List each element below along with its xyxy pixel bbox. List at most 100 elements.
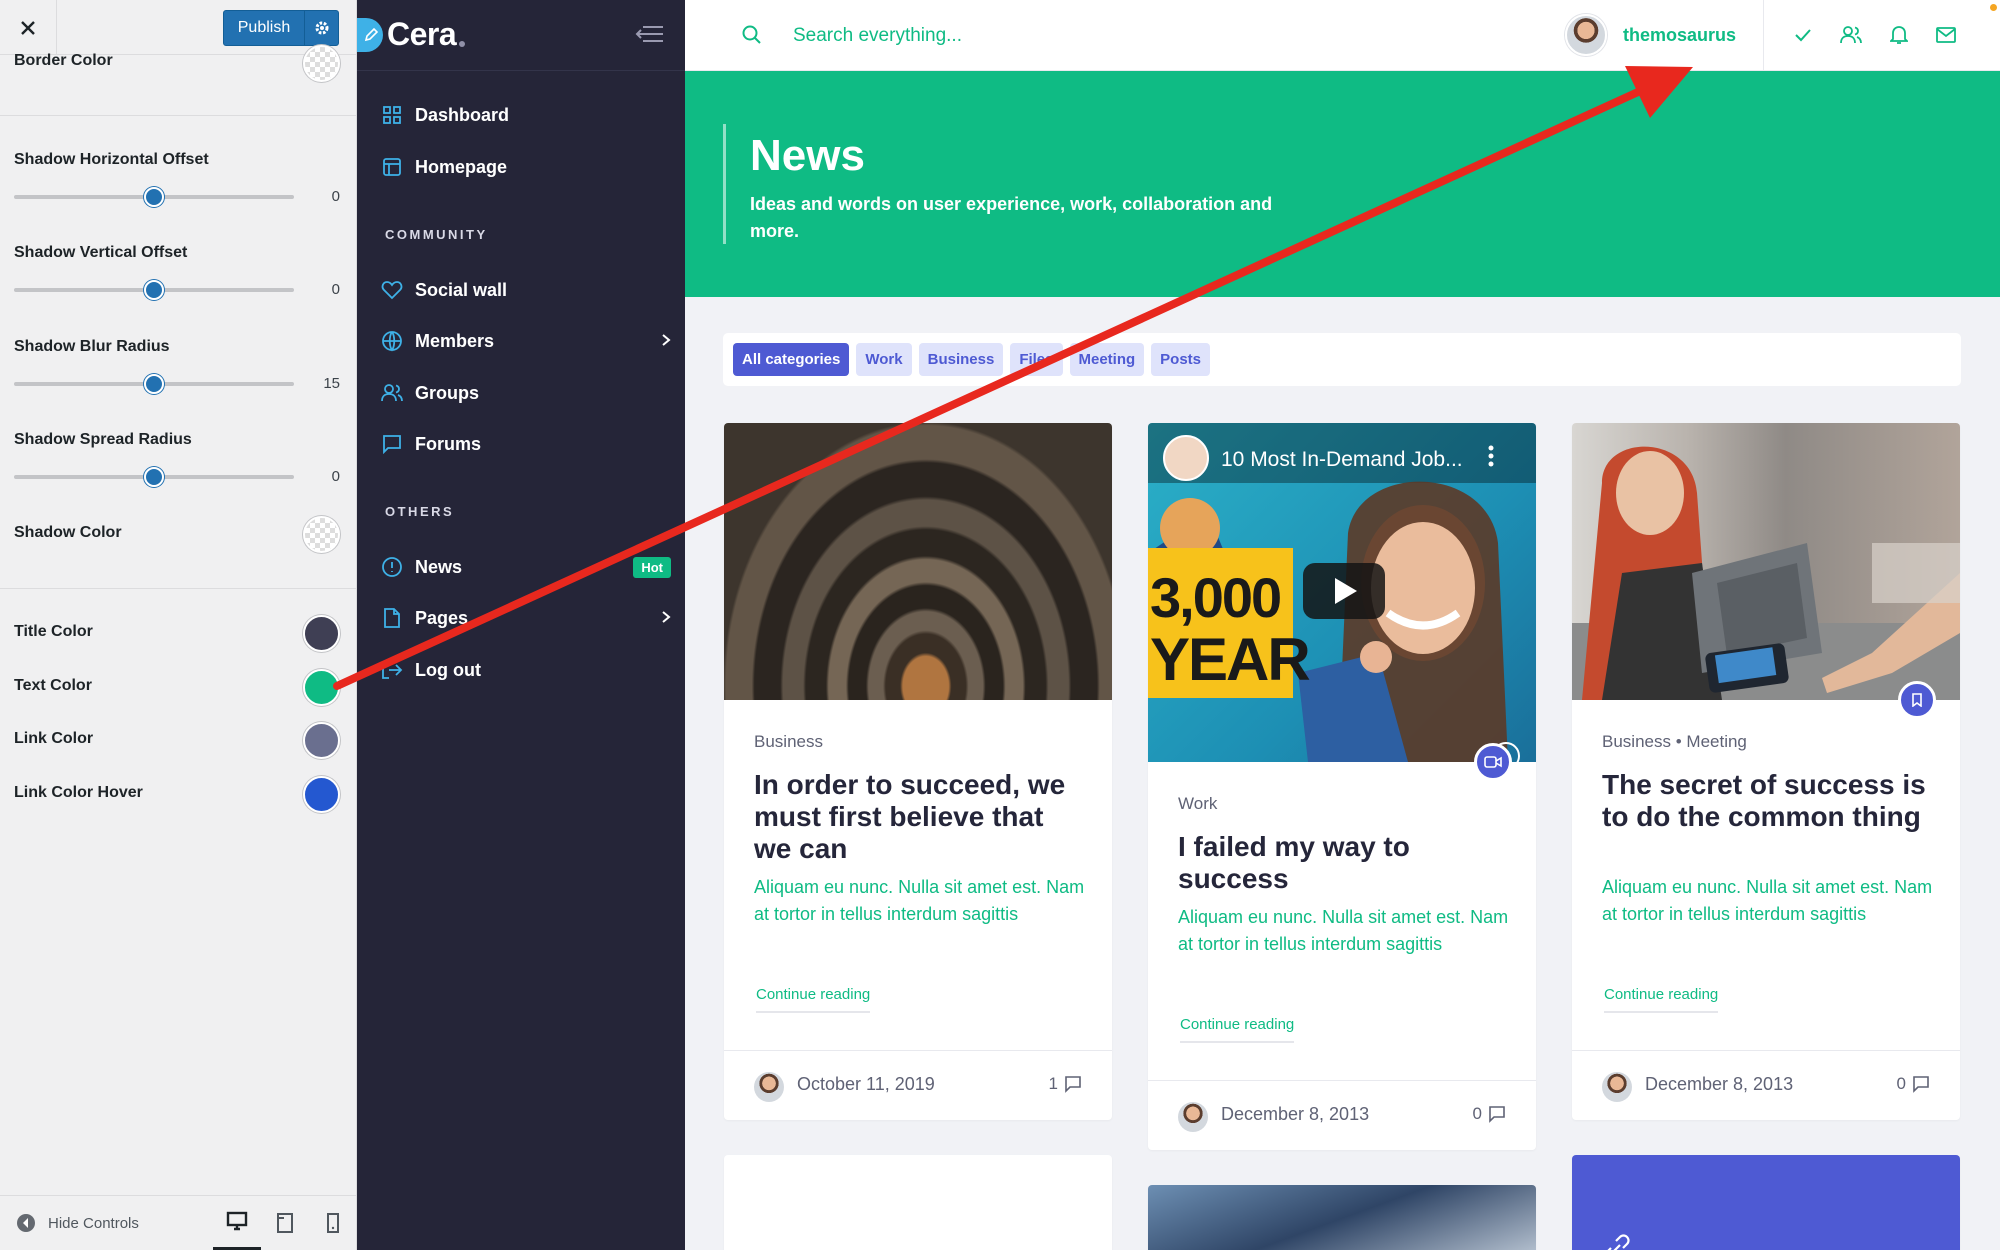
spiral-staircase-image[interactable] (724, 423, 1112, 700)
card-title[interactable]: I failed my way to success (1178, 831, 1508, 895)
slider-thumb[interactable] (144, 187, 164, 207)
collapse-left-icon (17, 1214, 35, 1232)
video-overlay-text-a: 3,000 (1150, 566, 1282, 629)
sidebar-item-social-wall[interactable]: Social wall (381, 272, 671, 308)
sidebar-item-forums[interactable]: Forums (381, 426, 671, 462)
shadow-horizontal-offset-slider[interactable] (14, 187, 294, 207)
info-icon (381, 556, 403, 578)
shadow-vertical-offset-value: 0 (331, 281, 340, 298)
check-icon[interactable] (1792, 24, 1814, 46)
mail-icon[interactable] (1935, 24, 1957, 46)
news-card-image[interactable] (1148, 1185, 1536, 1250)
username: themosaurus (1623, 24, 1737, 45)
mobile-preview-button[interactable] (309, 1196, 357, 1250)
publish-button[interactable]: Publish (223, 10, 339, 46)
title-color-swatch[interactable] (303, 615, 340, 652)
comment-count[interactable]: 1 (1049, 1074, 1082, 1094)
category-business[interactable]: Business (1602, 732, 1671, 751)
publish-label: Publish (237, 19, 291, 36)
news-card-link[interactable] (1572, 1155, 1960, 1250)
shop-payment-image[interactable] (1572, 423, 1960, 700)
comment-count[interactable]: 0 (1473, 1104, 1506, 1124)
shadow-blur-radius-slider[interactable] (14, 374, 294, 394)
text-color-swatch[interactable] (303, 669, 340, 706)
search-input[interactable] (793, 18, 1293, 54)
filter-work[interactable]: Work (856, 343, 912, 376)
post-date: October 11, 2019 (797, 1074, 935, 1094)
sidebar-item-label: Dashboard (415, 104, 510, 125)
card-footer: October 11, 2019 1 (724, 1050, 1112, 1120)
card-title[interactable]: The secret of success is to do the commo… (1602, 769, 1932, 833)
avatar[interactable] (1178, 1102, 1208, 1132)
sidebar-item-homepage[interactable]: Homepage (381, 149, 671, 185)
link-color-label: Link Color (14, 730, 94, 747)
sidebar-item-groups[interactable]: Groups (381, 375, 671, 411)
hide-controls-button[interactable]: Hide Controls (16, 1213, 213, 1233)
bookmark-badge[interactable] (1898, 681, 1936, 719)
user-menu[interactable]: themosaurus (1565, 14, 1736, 56)
sidebar-item-label: News (415, 556, 463, 577)
link-color-hover-swatch[interactable] (303, 776, 340, 813)
card-category[interactable]: Business (754, 732, 823, 752)
card-category[interactable]: Work (1178, 794, 1217, 814)
main-sidebar: Cera Dashboard Homepage COMMUNITY Social… (357, 0, 685, 1250)
filter-all-categories[interactable]: All categories (733, 343, 850, 376)
heart-icon (381, 279, 403, 301)
avatar[interactable] (754, 1072, 784, 1102)
border-color-swatch[interactable] (303, 45, 340, 82)
shadow-spread-radius-slider[interactable] (14, 467, 294, 487)
slider-thumb[interactable] (144, 280, 164, 300)
card-title[interactable]: In order to succeed, we must first belie… (754, 769, 1084, 865)
filter-files[interactable]: Files (1010, 343, 1063, 376)
brand-logo[interactable]: Cera (357, 16, 466, 53)
link-icon (1607, 1234, 1630, 1250)
shop-illustration (1572, 446, 1960, 700)
avatar[interactable] (1602, 1072, 1632, 1102)
layout-icon (381, 156, 403, 178)
comment-count[interactable]: 0 (1897, 1074, 1930, 1094)
search-icon[interactable] (741, 24, 763, 51)
filter-posts[interactable]: Posts (1151, 343, 1211, 376)
header-accent-bar (723, 124, 726, 244)
gear-icon (315, 21, 328, 35)
sidebar-item-logout[interactable]: Log out (381, 652, 671, 688)
tablet-icon (277, 1213, 293, 1233)
video-thumbnail[interactable]: 10 Most In-Demand Job... 3,000 YEAR (1148, 423, 1536, 762)
slider-thumb[interactable] (144, 467, 164, 487)
link-color-hover-label: Link Color Hover (14, 784, 143, 801)
filter-business[interactable]: Business (918, 343, 1004, 376)
sidebar-collapse-button[interactable] (635, 24, 665, 49)
pencil-icon (357, 17, 383, 52)
bell-icon[interactable] (1888, 24, 1910, 46)
filter-meeting[interactable]: Meeting (1069, 343, 1145, 376)
sidebar-item-news[interactable]: News Hot (381, 549, 671, 585)
card-category: Business • Meeting (1602, 732, 1747, 752)
menu-collapse-icon (635, 26, 663, 42)
shadow-spread-radius-label: Shadow Spread Radius (14, 431, 192, 448)
sidebar-item-pages[interactable]: Pages (381, 600, 671, 636)
continue-reading-link[interactable]: Continue reading (756, 986, 871, 1013)
publish-settings-button[interactable] (304, 11, 338, 45)
tablet-preview-button[interactable] (261, 1196, 309, 1250)
link-color-swatch[interactable] (303, 722, 340, 759)
shadow-vertical-offset-slider[interactable] (14, 280, 294, 300)
shadow-blur-radius-label: Shadow Blur Radius (14, 338, 170, 355)
desktop-preview-button[interactable] (213, 1196, 261, 1250)
sidebar-item-dashboard[interactable]: Dashboard (381, 97, 671, 133)
sidebar-item-members[interactable]: Members (381, 323, 671, 359)
continue-reading-link[interactable]: Continue reading (1180, 1016, 1295, 1043)
logout-icon (381, 659, 403, 681)
divider (0, 115, 357, 116)
category-meeting[interactable]: Meeting (1686, 732, 1746, 751)
customizer-footer: Hide Controls (0, 1195, 357, 1250)
sidebar-item-label: Social wall (415, 279, 508, 300)
sidebar-item-label: Pages (415, 607, 469, 628)
card-footer: December 8, 2013 0 (1148, 1080, 1536, 1150)
slider-thumb[interactable] (144, 374, 164, 394)
close-button[interactable] (0, 0, 57, 55)
friends-icon[interactable] (1840, 24, 1862, 46)
text-color-label: Text Color (14, 677, 92, 694)
shadow-color-swatch[interactable] (303, 516, 340, 553)
shadow-color-label: Shadow Color (14, 524, 122, 541)
continue-reading-link[interactable]: Continue reading (1604, 986, 1719, 1013)
